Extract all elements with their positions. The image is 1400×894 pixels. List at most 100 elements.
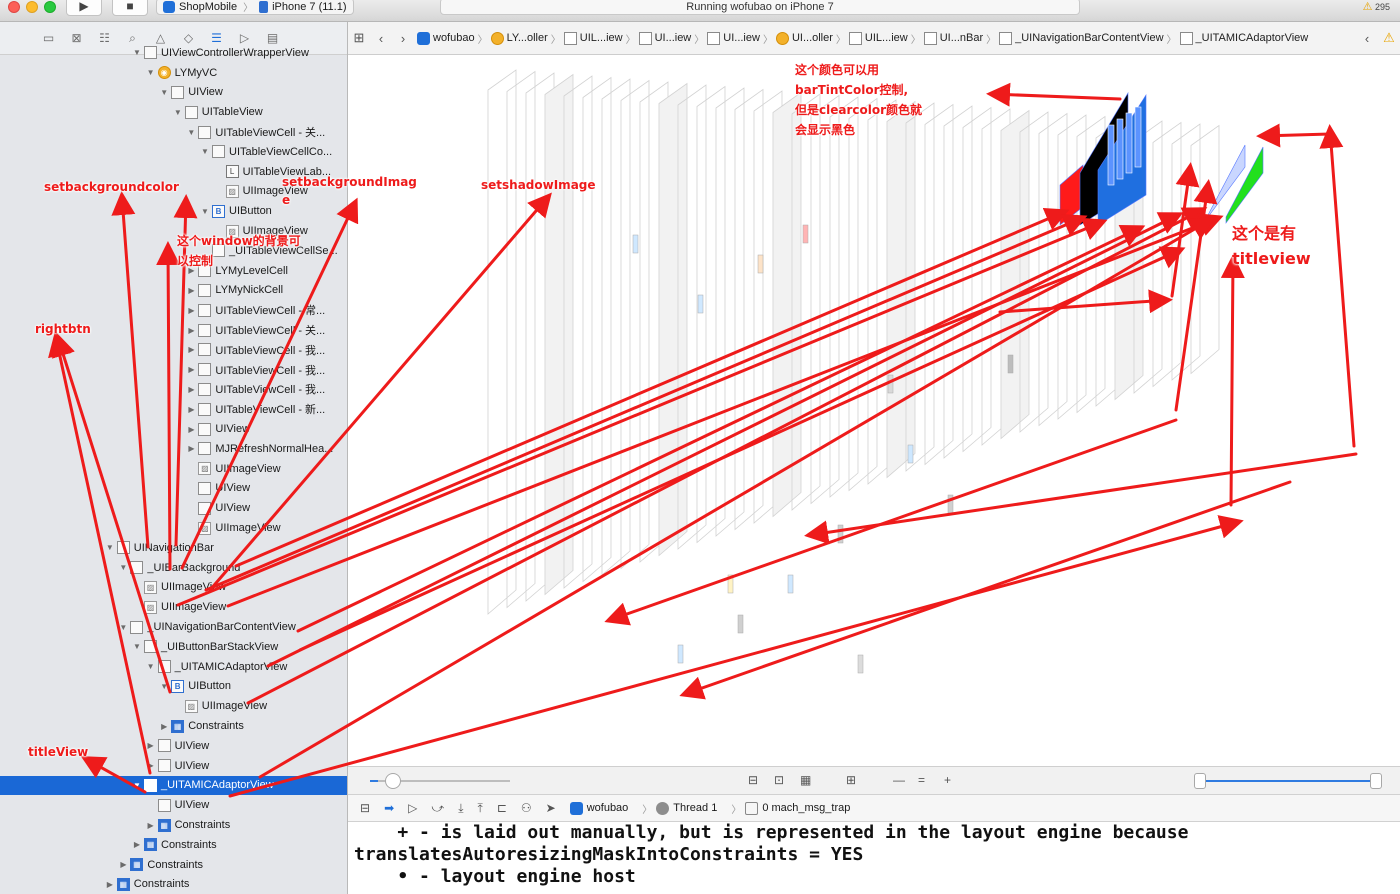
console-output[interactable]: + - is laid out manually, but is represe… — [348, 822, 1400, 894]
scheme-selector[interactable]: ShopMobile 〉 iPhone 7 (11.1) — [156, 0, 354, 15]
disclosure-closed-icon[interactable]: ▶ — [186, 444, 196, 453]
breadcrumb-item[interactable]: UI...oller — [773, 31, 836, 45]
warning-icon[interactable]: ⚠ — [1378, 30, 1400, 46]
content-icon[interactable]: ▦ — [800, 773, 811, 787]
layer-spacing-slider[interactable] — [385, 773, 402, 789]
tree-row[interactable]: ▶ ▦ Constraints — [0, 716, 347, 736]
breakpoints-toggle-icon[interactable]: ➡ — [384, 801, 394, 815]
breadcrumb-item[interactable]: _UINavigationBarContentView — [996, 31, 1166, 45]
disclosure-closed-icon[interactable]: ▶ — [146, 741, 156, 750]
stop-button[interactable]: ■ — [112, 0, 148, 16]
warning-badge[interactable]: ⚠ 295 — [1363, 0, 1390, 13]
tree-row[interactable]: ▼ _UITAMICAdaptorView — [0, 657, 347, 677]
view-hierarchy-icon[interactable]: ⊏ — [497, 801, 507, 815]
disclosure-open-icon[interactable]: ▼ — [118, 563, 128, 572]
tree-row[interactable]: ▼ UIView — [0, 83, 347, 103]
tree-row[interactable]: ▨ UIImageView — [0, 518, 347, 538]
tree-row[interactable]: ▼ UITableViewCellCo... — [0, 142, 347, 162]
disclosure-open-icon[interactable]: ▼ — [159, 88, 169, 97]
forward-icon[interactable]: › — [392, 31, 414, 46]
tree-row[interactable]: ▼ _UINavigationBarContentView — [0, 617, 347, 637]
tree-row[interactable]: ▶ ▦ Constraints — [0, 855, 347, 875]
frame-icon[interactable]: ⊡ — [774, 773, 784, 787]
disclosure-open-icon[interactable]: ▼ — [132, 781, 142, 790]
disclosure-open-icon[interactable]: ▼ — [132, 642, 142, 651]
tree-row[interactable]: ▼ B UIButton — [0, 677, 347, 697]
tree-row[interactable]: ▨ UIImageView — [0, 578, 347, 598]
breadcrumb-item[interactable]: LY...oller — [488, 31, 551, 45]
tree-row[interactable]: ▶ ▦ Constraints — [0, 815, 347, 835]
disclosure-closed-icon[interactable]: ▶ — [186, 405, 196, 414]
disclosure-open-icon[interactable]: ▼ — [118, 623, 128, 632]
tree-row[interactable]: ▶ MJRefreshNormalHea... — [0, 439, 347, 459]
tree-row[interactable]: ▶ ▦ Constraints — [0, 835, 347, 855]
range-slider-high[interactable] — [1370, 773, 1382, 789]
memory-graph-icon[interactable]: ⚇ — [521, 801, 532, 815]
tree-row[interactable]: ▨ UIImageView — [0, 459, 347, 479]
disclosure-open-icon[interactable]: ▼ — [200, 147, 210, 156]
disclosure-closed-icon[interactable]: ▶ — [118, 860, 128, 869]
step-out-icon[interactable]: ⤒ — [478, 801, 483, 816]
continue-icon[interactable]: ▷ — [408, 801, 417, 815]
disclosure-open-icon[interactable]: ▼ — [146, 68, 156, 77]
breadcrumb-item[interactable]: UIL...iew — [846, 31, 911, 45]
disclosure-closed-icon[interactable]: ▶ — [146, 761, 156, 770]
disclosure-closed-icon[interactable]: ▶ — [186, 365, 196, 374]
tree-row[interactable]: ▶ LYMyNickCell — [0, 281, 347, 301]
tree-row[interactable]: ▼ _UIBarBackground — [0, 558, 347, 578]
disclosure-closed-icon[interactable]: ▶ — [186, 385, 196, 394]
tree-row[interactable]: UIView — [0, 498, 347, 518]
minimize-window-button[interactable] — [26, 1, 38, 13]
disclosure-closed-icon[interactable]: ▶ — [132, 840, 142, 849]
tree-row[interactable]: ▶ UIView — [0, 419, 347, 439]
range-slider-low[interactable] — [1194, 773, 1206, 789]
tree-row[interactable]: ▼ UINavigationBar — [0, 538, 347, 558]
disclosure-open-icon[interactable]: ▼ — [146, 662, 156, 671]
disclosure-open-icon[interactable]: ▼ — [132, 48, 142, 57]
zoom-window-button[interactable] — [44, 1, 56, 13]
back-icon[interactable]: ‹ — [370, 31, 392, 46]
tree-row[interactable]: ▨ UIImageView — [0, 696, 347, 716]
location-icon[interactable]: ➤ — [546, 801, 556, 815]
clip-icon[interactable]: ⊟ — [748, 773, 758, 787]
thread-crumb[interactable]: Thread 1 — [656, 801, 717, 815]
tree-row[interactable]: ▨ UIImageView — [0, 597, 347, 617]
step-into-icon[interactable]: ⤓ — [458, 801, 463, 816]
disclosure-closed-icon[interactable]: ▶ — [186, 326, 196, 335]
tree-row[interactable]: ▶ UITableViewCell - 常... — [0, 300, 347, 320]
disclosure-closed-icon[interactable]: ▶ — [186, 286, 196, 295]
zoom-out-icon[interactable]: — — [893, 773, 905, 787]
tree-row[interactable]: ▼ _UIButtonBarStackView — [0, 637, 347, 657]
frame-crumb[interactable]: 0 mach_msg_trap — [745, 801, 850, 815]
breadcrumb-item[interactable]: UIL...iew — [561, 31, 626, 45]
disclosure-open-icon[interactable]: ▼ — [159, 682, 169, 691]
zoom-reset-icon[interactable]: = — [918, 773, 925, 787]
tree-row[interactable]: ▼ UIViewControllerWrapperView — [0, 43, 347, 63]
tree-row[interactable]: ▶ UITableViewCell - 我... — [0, 380, 347, 400]
disclosure-closed-icon[interactable]: ▶ — [146, 821, 156, 830]
disclosure-closed-icon[interactable]: ▶ — [186, 425, 196, 434]
disclosure-closed-icon[interactable]: ▶ — [159, 722, 169, 731]
disclosure-closed-icon[interactable]: ▶ — [186, 345, 196, 354]
disclosure-closed-icon[interactable]: ▶ — [186, 306, 196, 315]
breadcrumb-item[interactable]: wofubao — [414, 31, 478, 45]
breadcrumb-item[interactable]: UI...nBar — [921, 31, 986, 45]
disclosure-closed-icon[interactable]: ▶ — [105, 880, 115, 889]
tree-row[interactable]: ▶ UITableViewCell - 新... — [0, 399, 347, 419]
breadcrumb-item[interactable]: UI...iew — [704, 31, 763, 45]
process-crumb[interactable]: wofubao — [569, 801, 628, 815]
step-over-icon[interactable]: ⤻ — [431, 801, 444, 816]
tree-row[interactable]: UIView — [0, 479, 347, 499]
previous-issue-icon[interactable]: ‹ — [1356, 31, 1378, 46]
zoom-in-icon[interactable]: + — [944, 773, 951, 787]
tree-row[interactable]: UIView — [0, 795, 347, 815]
breadcrumb-item[interactable]: UI...iew — [636, 31, 695, 45]
orient-icon[interactable]: ⊞ — [846, 773, 856, 787]
close-window-button[interactable] — [8, 1, 20, 13]
disclosure-open-icon[interactable]: ▼ — [186, 128, 196, 137]
tree-row[interactable]: ▼ UITableViewCell - 关... — [0, 122, 347, 142]
disclosure-open-icon[interactable]: ▼ — [105, 543, 115, 552]
tree-row[interactable]: ▼ UITableView — [0, 102, 347, 122]
hide-debug-area-icon[interactable]: ⊟ — [360, 801, 370, 815]
tree-row[interactable]: ▶ UITableViewCell - 我... — [0, 340, 347, 360]
